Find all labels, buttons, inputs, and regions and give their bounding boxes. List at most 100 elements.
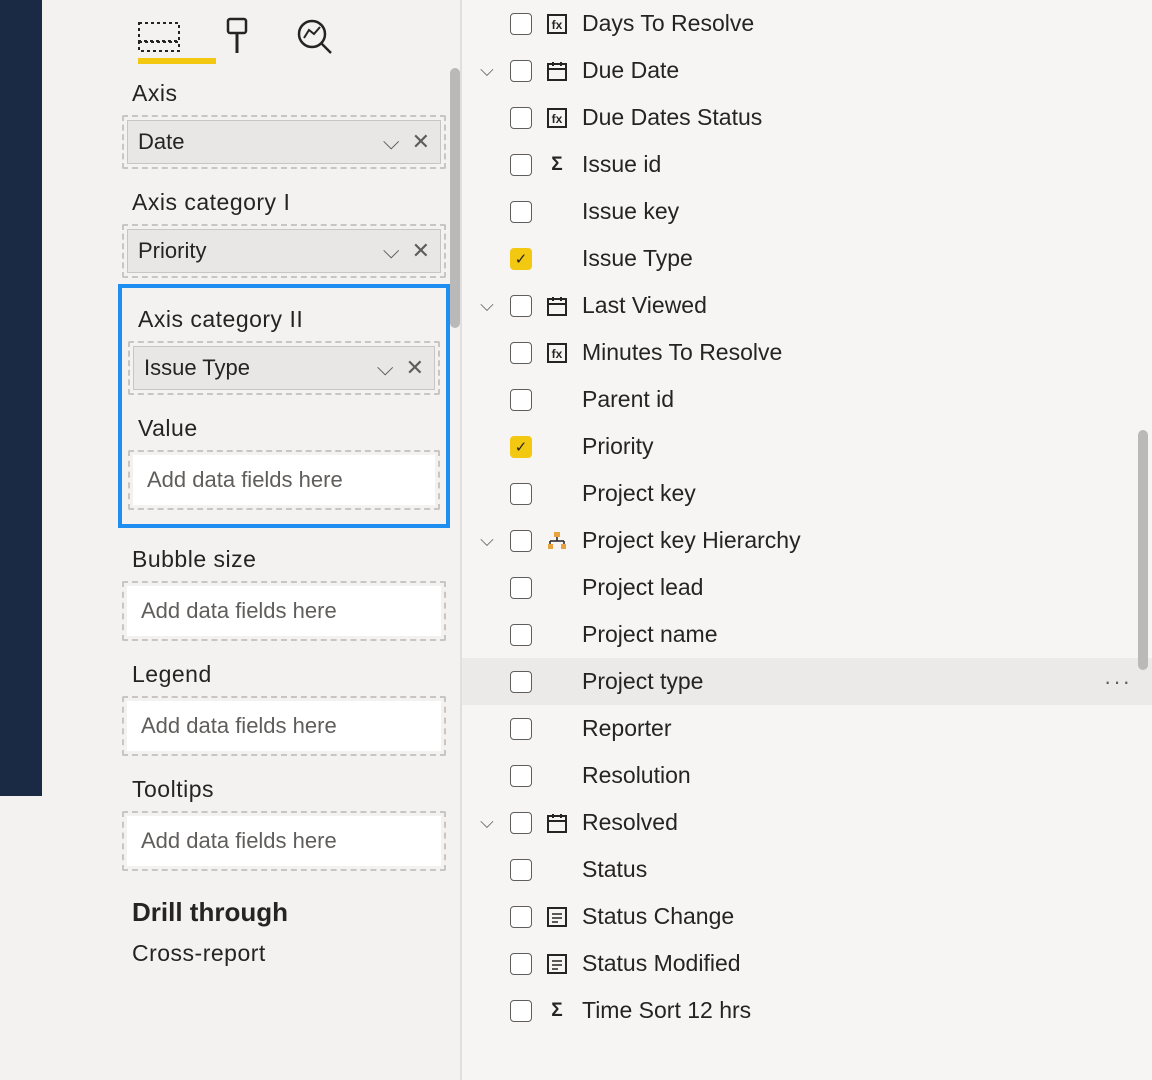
- field-row[interactable]: Project key: [462, 470, 1152, 517]
- field-row[interactable]: Status Modified: [462, 940, 1152, 987]
- field-checkbox[interactable]: [510, 765, 532, 787]
- calc-icon: fx: [544, 342, 570, 364]
- chip-label: Priority: [138, 238, 206, 264]
- well-label: Axis: [118, 68, 450, 115]
- more-icon[interactable]: ···: [1104, 669, 1138, 695]
- field-well[interactable]: Add data fields here: [128, 450, 440, 510]
- field-checkbox[interactable]: ✓: [510, 436, 532, 458]
- field-label: Reporter: [582, 715, 1138, 742]
- expand-icon[interactable]: ⌵: [476, 295, 498, 316]
- field-checkbox[interactable]: [510, 624, 532, 646]
- field-chip[interactable]: Date ⌵ ✕: [127, 120, 441, 164]
- field-label: Issue Type: [582, 245, 1138, 272]
- expand-icon[interactable]: ⌵: [476, 60, 498, 81]
- drill-through-heading: Drill through: [118, 879, 450, 936]
- field-row[interactable]: Resolution: [462, 752, 1152, 799]
- field-well[interactable]: Add data fields here: [122, 811, 446, 871]
- chevron-down-icon[interactable]: ⌵: [383, 238, 400, 264]
- field-label: Project key Hierarchy: [582, 527, 1138, 554]
- field-well[interactable]: Add data fields here: [122, 581, 446, 641]
- svg-text:fx: fx: [552, 347, 563, 361]
- field-checkbox[interactable]: [510, 107, 532, 129]
- svg-text:fx: fx: [552, 18, 563, 32]
- field-row[interactable]: fxDays To Resolve: [462, 0, 1152, 47]
- analytics-tab-icon[interactable]: [294, 16, 336, 58]
- well-placeholder: Add data fields here: [127, 701, 441, 751]
- field-label: Project lead: [582, 574, 1138, 601]
- field-chip[interactable]: Issue Type⌵✕: [133, 346, 435, 390]
- close-icon[interactable]: ✕: [412, 238, 430, 264]
- field-checkbox[interactable]: [510, 953, 532, 975]
- field-checkbox[interactable]: [510, 60, 532, 82]
- field-label: Status: [582, 856, 1138, 883]
- field-well[interactable]: Priority ⌵ ✕: [122, 224, 446, 278]
- svg-text:fx: fx: [552, 112, 563, 126]
- fields-tab-icon[interactable]: [138, 16, 180, 58]
- well-label: Bubble size: [118, 534, 450, 581]
- field-checkbox[interactable]: [510, 154, 532, 176]
- field-label: Status Change: [582, 903, 1138, 930]
- field-checkbox[interactable]: [510, 295, 532, 317]
- sigma-icon: Σ: [544, 1000, 570, 1022]
- chip-label: Date: [138, 129, 184, 155]
- field-checkbox[interactable]: [510, 1000, 532, 1022]
- chevron-down-icon[interactable]: ⌵: [383, 129, 400, 155]
- field-checkbox[interactable]: [510, 577, 532, 599]
- field-row[interactable]: ΣIssue id: [462, 141, 1152, 188]
- field-row[interactable]: ⌵ Project key Hierarchy: [462, 517, 1152, 564]
- viz-scrollbar[interactable]: [450, 68, 460, 328]
- field-checkbox[interactable]: [510, 906, 532, 928]
- cross-report-label: Cross-report: [118, 936, 450, 975]
- field-row[interactable]: ⌵ Last Viewed: [462, 282, 1152, 329]
- field-well[interactable]: Date ⌵ ✕: [122, 115, 446, 169]
- field-row[interactable]: Reporter: [462, 705, 1152, 752]
- field-checkbox[interactable]: [510, 13, 532, 35]
- chevron-down-icon[interactable]: ⌵: [377, 355, 394, 381]
- field-row[interactable]: ΣTime Sort 12 hrs: [462, 987, 1152, 1034]
- field-row[interactable]: Status: [462, 846, 1152, 893]
- expand-icon[interactable]: ⌵: [476, 530, 498, 551]
- active-tab-underline: [138, 58, 216, 64]
- calc2-icon: [544, 906, 570, 928]
- field-checkbox[interactable]: [510, 859, 532, 881]
- field-row[interactable]: ⌵ Resolved: [462, 799, 1152, 846]
- calc2-icon: [544, 953, 570, 975]
- field-row[interactable]: ⌵Due Date: [462, 47, 1152, 94]
- field-checkbox[interactable]: ✓: [510, 248, 532, 270]
- field-label: Resolved: [582, 809, 1138, 836]
- format-tab-icon[interactable]: [216, 16, 258, 58]
- field-checkbox[interactable]: [510, 483, 532, 505]
- field-row[interactable]: Parent id: [462, 376, 1152, 423]
- field-row[interactable]: Project type ···: [462, 658, 1152, 705]
- field-row[interactable]: ✓ Issue Type: [462, 235, 1152, 282]
- field-row[interactable]: Project lead: [462, 564, 1152, 611]
- field-label: Status Modified: [582, 950, 1138, 977]
- field-row[interactable]: Issue key: [462, 188, 1152, 235]
- field-well[interactable]: Add data fields here: [122, 696, 446, 756]
- expand-icon[interactable]: ⌵: [476, 812, 498, 833]
- field-checkbox[interactable]: [510, 389, 532, 411]
- field-checkbox[interactable]: [510, 812, 532, 834]
- well-label: Tooltips: [118, 764, 450, 811]
- calc-icon: fx: [544, 107, 570, 129]
- close-icon[interactable]: ✕: [406, 355, 424, 381]
- field-checkbox[interactable]: [510, 530, 532, 552]
- field-row[interactable]: Status Change: [462, 893, 1152, 940]
- fields-scrollbar[interactable]: [1138, 430, 1148, 670]
- well-placeholder: Add data fields here: [133, 455, 435, 505]
- well-placeholder: Add data fields here: [127, 816, 441, 866]
- field-checkbox[interactable]: [510, 201, 532, 223]
- field-checkbox[interactable]: [510, 718, 532, 740]
- field-checkbox[interactable]: [510, 671, 532, 693]
- field-row[interactable]: Project name: [462, 611, 1152, 658]
- field-label: Last Viewed: [582, 292, 1138, 319]
- field-label: Project type: [582, 668, 1092, 695]
- field-row[interactable]: ✓Priority: [462, 423, 1152, 470]
- field-well[interactable]: Issue Type⌵✕: [128, 341, 440, 395]
- field-row[interactable]: fxMinutes To Resolve: [462, 329, 1152, 376]
- field-checkbox[interactable]: [510, 342, 532, 364]
- field-chip[interactable]: Priority ⌵ ✕: [127, 229, 441, 273]
- field-row[interactable]: fxDue Dates Status: [462, 94, 1152, 141]
- cal-icon: [544, 295, 570, 317]
- close-icon[interactable]: ✕: [412, 129, 430, 155]
